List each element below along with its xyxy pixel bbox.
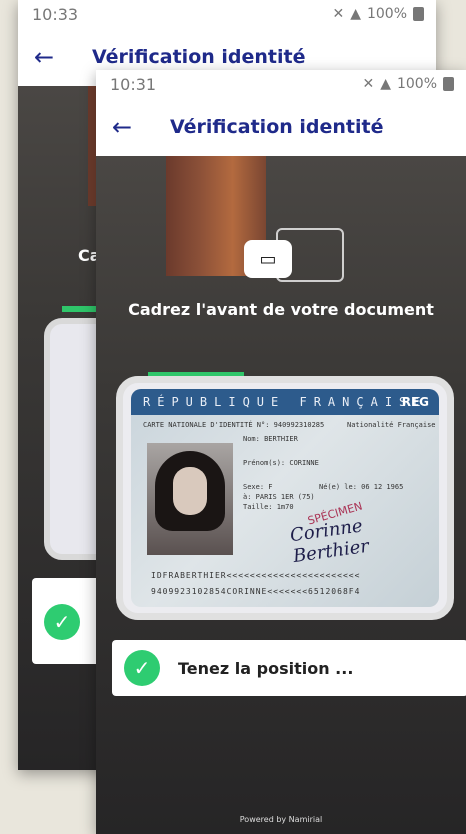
id-photo [147,443,233,555]
mrz-line-1: IDFRABERTHIER<<<<<<<<<<<<<<<<<<<<<<< [151,571,361,580]
app-bar: ← Vérification identité [96,98,466,156]
card-birthplace: à: PARIS 1ER (75) [243,493,315,501]
page-title: Vérification identité [170,116,384,138]
battery-percent: 100% [396,76,437,92]
check-icon: ✓ [124,650,160,686]
card-prenom: Prénom(s): CORINNE [243,459,319,467]
id-card: RÉPUBLIQUE FRANÇAISE REG CARTE NATIONALE… [131,389,439,607]
battery-percent: 100% [366,6,407,22]
card-header: RÉPUBLIQUE FRANÇAISE REG [131,389,439,415]
back-arrow-icon[interactable]: ← [18,43,70,71]
status-icons: ✕ ▲ 100% [332,6,424,22]
instruction-text: Cadrez l'avant de votre document [128,300,434,319]
card-reg: REG [401,395,429,409]
signal-icon: ▲ [380,76,391,92]
page-title: Vérification identité [92,46,306,68]
mrz-line-2: 9409923102854CORINNE<<<<<<<6512068F4 [151,587,361,596]
mute-icon: ✕ [332,6,345,22]
card-nationality: Nationalité Française [347,421,436,429]
id-card-icon: ▭ [244,240,292,278]
card-country: RÉPUBLIQUE FRANÇAISE [143,395,428,409]
card-sexe: Sexe: F [243,483,273,491]
battery-icon [413,7,424,21]
toast-text: Tenez la position ... [178,658,354,678]
photo-face [173,467,207,515]
battery-icon [443,77,454,91]
card-nom: Nom: BERTHIER [243,435,298,443]
back-arrow-icon[interactable]: ← [96,113,148,141]
status-bar: 10:33 ✕ ▲ 100% [18,0,436,28]
status-time: 10:33 [32,4,79,24]
mute-icon: ✕ [362,76,375,92]
status-time: 10:31 [110,74,157,94]
front-screenshot: 10:31 ✕ ▲ 100% ← Vérification identité ▭… [96,70,466,834]
powered-by: Powered by Namirial [239,815,323,824]
check-icon: ✓ [44,604,80,640]
signal-icon: ▲ [350,6,361,22]
status-bar: 10:31 ✕ ▲ 100% [96,70,466,98]
document-frame: RÉPUBLIQUE FRANÇAISE REG CARTE NATIONALE… [116,376,454,620]
card-id-line: CARTE NATIONALE D'IDENTITÉ N°: 940992310… [143,421,325,429]
card-birthdate: Né(e) le: 06 12 1965 [319,483,404,491]
status-toast: ✓ Tenez la position ... [112,640,466,696]
card-height: Taille: 1m70 [243,503,294,511]
status-icons: ✕ ▲ 100% [362,76,454,92]
